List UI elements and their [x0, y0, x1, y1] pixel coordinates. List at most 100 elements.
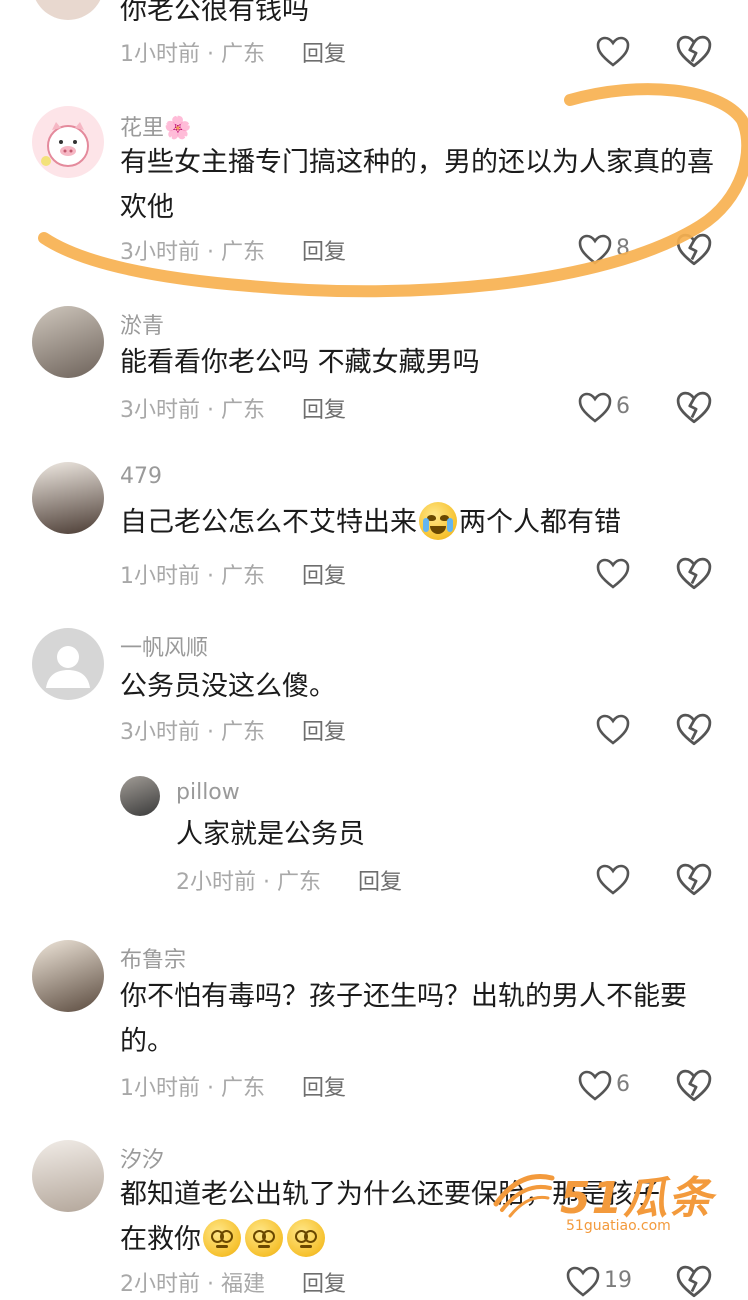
time: 2小时前 — [176, 870, 256, 895]
username[interactable]: 花里🌸 — [120, 110, 191, 142]
comment-text: 你老公很有钱吗 — [120, 0, 309, 26]
location: 广东 — [221, 720, 266, 745]
separator: · — [207, 42, 214, 67]
location: 广东 — [221, 564, 266, 589]
reply-button[interactable]: 回复 — [302, 398, 346, 423]
like-button[interactable] — [596, 556, 636, 592]
comment-text: 公务员没这么傻。 — [120, 671, 336, 702]
separator: · — [207, 398, 214, 423]
comment-text-part: 自己老公怎么不艾特出来 — [120, 507, 417, 538]
dizzy-face-emoji — [245, 1219, 283, 1257]
watermark-url: 51guatiao.com — [566, 1218, 671, 1234]
like-button[interactable] — [578, 390, 618, 426]
separator: · — [207, 564, 214, 589]
like-count: 8 — [616, 236, 630, 261]
time: 3小时前 — [120, 240, 200, 265]
broken-heart-icon[interactable] — [676, 1068, 712, 1104]
separator: · — [207, 1272, 214, 1297]
watermark-brand: 51瓜条 — [560, 1173, 714, 1224]
comment-text: 能看看你老公吗 不藏女藏男吗 — [120, 347, 480, 378]
username[interactable]: 479 — [120, 464, 162, 489]
heart-outline-icon — [596, 714, 630, 745]
comment-text-part: 两个人都有错 — [459, 507, 621, 538]
avatar[interactable] — [32, 1140, 104, 1212]
watermark-logo-icon — [493, 1174, 555, 1218]
default-avatar-icon — [46, 646, 90, 688]
comment-text: 自己老公怎么不艾特出来 两个人都有错 — [120, 500, 720, 545]
username[interactable]: 一帆风顺 — [120, 630, 208, 662]
like-button[interactable] — [578, 1068, 618, 1104]
broken-heart-icon[interactable] — [676, 556, 712, 592]
time: 3小时前 — [120, 398, 200, 423]
time: 1小时前 — [120, 1076, 200, 1101]
like-button[interactable] — [596, 34, 636, 70]
avatar[interactable] — [32, 462, 104, 534]
username[interactable]: 淤青 — [120, 308, 164, 340]
like-button[interactable] — [566, 1264, 606, 1300]
time: 1小时前 — [120, 42, 200, 67]
broken-heart-icon[interactable] — [676, 1264, 712, 1300]
time: 3小时前 — [120, 720, 200, 745]
heart-outline-icon — [578, 1070, 612, 1101]
like-count: 6 — [616, 1072, 630, 1097]
heart-outline-icon — [596, 36, 630, 67]
avatar[interactable] — [32, 940, 104, 1012]
like-count: 19 — [604, 1268, 632, 1293]
crying-face-emoji — [419, 502, 457, 540]
comment-meta: 3小时前 · 广东 回复 — [120, 234, 346, 266]
heart-outline-icon — [578, 392, 612, 423]
time: 1小时前 — [120, 564, 200, 589]
reply-button[interactable]: 回复 — [302, 1272, 346, 1297]
broken-heart-icon[interactable] — [676, 862, 712, 898]
comment-meta: 1小时前 · 广东 回复 — [120, 558, 346, 590]
reply-button[interactable]: 回复 — [302, 720, 346, 745]
watermark: 51瓜条 51guatiao.com — [490, 1160, 730, 1240]
pig-avatar-icon — [41, 122, 89, 167]
username[interactable]: 布鲁宗 — [120, 942, 186, 974]
location: 广东 — [277, 870, 322, 895]
separator: · — [207, 720, 214, 745]
comment-text: 有些女主播专门搞这种的，男的还以为人家真的喜欢他 — [120, 147, 714, 223]
separator: · — [207, 1076, 214, 1101]
reply-button[interactable]: 回复 — [302, 42, 346, 67]
reply-button[interactable]: 回复 — [358, 870, 402, 895]
comment-meta: 3小时前 · 广东 回复 — [120, 392, 346, 424]
comment-meta: 3小时前 · 广东 回复 — [120, 714, 346, 746]
dizzy-face-emoji — [203, 1219, 241, 1257]
comment-text: 你不怕有毒吗？孩子还生吗？出轨的男人不能要的。 — [120, 981, 687, 1057]
broken-heart-icon[interactable] — [676, 390, 712, 426]
heart-outline-icon — [596, 558, 630, 589]
heart-outline-icon — [566, 1266, 600, 1297]
broken-heart-icon[interactable] — [676, 712, 712, 748]
reply-button[interactable]: 回复 — [302, 240, 346, 265]
reply-button[interactable]: 回复 — [302, 564, 346, 589]
location: 广东 — [221, 42, 266, 67]
like-button[interactable] — [578, 232, 618, 268]
heart-outline-icon — [596, 864, 630, 895]
like-button[interactable] — [596, 862, 636, 898]
time: 2小时前 — [120, 1272, 200, 1297]
broken-heart-icon[interactable] — [676, 34, 712, 70]
comment-meta: 2小时前 · 福建 回复 — [120, 1266, 346, 1298]
location: 广东 — [221, 398, 266, 423]
like-button[interactable] — [596, 712, 636, 748]
location: 福建 — [221, 1272, 266, 1297]
avatar[interactable] — [120, 776, 160, 816]
location: 广东 — [221, 1076, 266, 1101]
dizzy-face-emoji — [287, 1219, 325, 1257]
separator: · — [263, 870, 270, 895]
avatar[interactable] — [32, 628, 104, 700]
comment-meta: 1小时前 · 广东 回复 — [120, 1070, 346, 1102]
reply-button[interactable]: 回复 — [302, 1076, 346, 1101]
avatar[interactable] — [32, 306, 104, 378]
like-count: 6 — [616, 394, 630, 419]
avatar[interactable] — [32, 0, 104, 20]
broken-heart-icon[interactable] — [676, 232, 712, 268]
comment-text: 人家就是公务员 — [176, 819, 365, 850]
username[interactable]: 汐汐 — [120, 1142, 164, 1174]
location: 广东 — [221, 240, 266, 265]
heart-outline-icon — [578, 234, 612, 265]
avatar[interactable] — [32, 106, 104, 178]
comment-meta: 2小时前 · 广东 回复 — [176, 864, 402, 896]
username[interactable]: pillow — [176, 780, 240, 805]
